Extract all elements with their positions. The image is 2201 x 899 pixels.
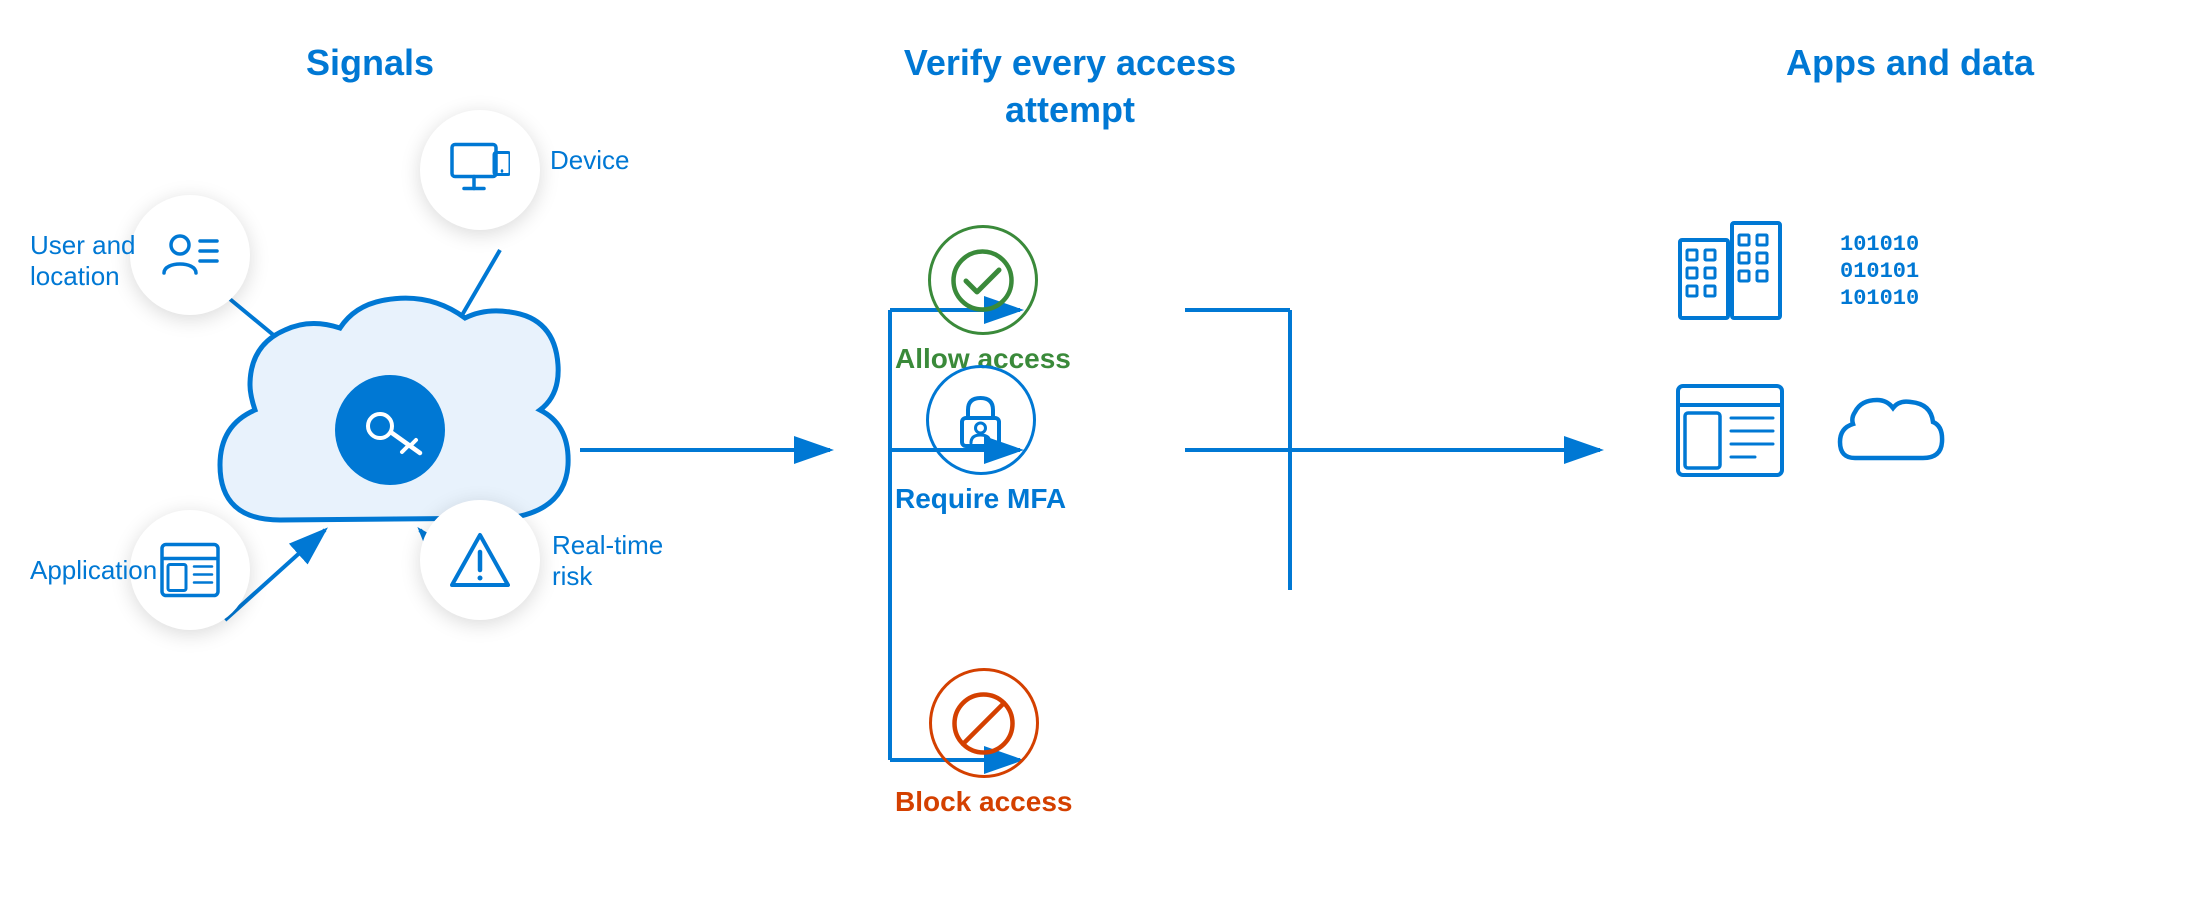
layout-icon — [1670, 380, 1790, 480]
block-access-label: Block access — [895, 786, 1072, 818]
apps-title: Apps and data — [1650, 0, 2170, 87]
buildings-icon — [1670, 220, 1790, 320]
realtime-risk-label: Real-timerisk — [552, 530, 663, 592]
block-circle — [929, 668, 1039, 778]
diagram-container: Signals — [0, 0, 2201, 899]
key-circle — [335, 375, 445, 485]
application-label: Application — [30, 555, 157, 586]
block-icon — [951, 691, 1016, 756]
binary-data-icon: 101010 010101 101010 — [1830, 220, 1950, 320]
verify-column: Verify every accessattempt Allow access — [780, 0, 1360, 899]
key-icon — [358, 398, 423, 463]
allow-access-outcome: Allow access — [895, 225, 1071, 375]
device-signal — [420, 110, 540, 230]
svg-text:101010: 101010 — [1840, 286, 1919, 311]
require-mfa-outcome: Require MFA — [895, 365, 1066, 515]
user-location-label: User andlocation — [30, 230, 136, 292]
mfa-circle — [926, 365, 1036, 475]
signals-column: Signals — [30, 0, 710, 899]
require-mfa-label: Require MFA — [895, 483, 1066, 515]
user-list-icon — [160, 225, 220, 285]
allow-circle — [928, 225, 1038, 335]
application-icon — [160, 540, 220, 600]
warning-icon — [450, 530, 510, 590]
apps-grid: 101010 010101 101010 — [1650, 200, 1970, 500]
apps-column: Apps and data — [1650, 0, 2170, 899]
cloud-small-icon — [1830, 380, 1950, 480]
realtime-risk-signal — [420, 500, 540, 620]
device-label: Device — [550, 145, 629, 176]
svg-text:101010: 101010 — [1840, 232, 1919, 257]
block-access-outcome: Block access — [895, 668, 1072, 818]
svg-text:010101: 010101 — [1840, 259, 1919, 284]
signals-title: Signals — [30, 0, 710, 87]
lock-person-icon — [948, 388, 1013, 453]
verify-title: Verify every accessattempt — [780, 0, 1360, 134]
checkmark-icon — [950, 248, 1015, 313]
device-icon — [450, 140, 510, 200]
